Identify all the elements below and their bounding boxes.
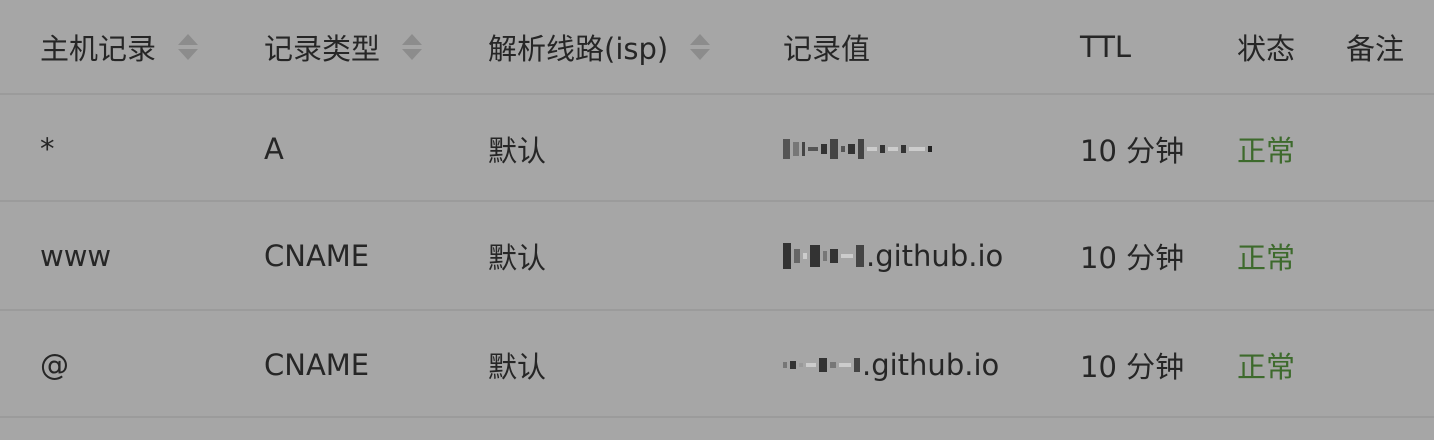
divider (0, 416, 1434, 418)
dns-records-table: 主机记录 记录类型 解析线路(isp) 记录值 TTL 状态 备注 * A 默认 (0, 0, 1434, 440)
cell-ttl: 10 分钟 (1080, 133, 1185, 168)
col-header-ttl: TTL (1080, 0, 1131, 93)
col-header-value-label: 记录值 (783, 31, 871, 66)
redacted-mask (783, 357, 860, 372)
col-header-line[interactable]: 解析线路(isp) (488, 0, 711, 93)
cell-line: 默认 (488, 133, 547, 168)
sort-caret-icon[interactable] (178, 33, 199, 60)
cell-host: * (40, 131, 55, 166)
status-badge: 正常 (1237, 240, 1296, 275)
col-header-status-label: 状态 (1237, 31, 1296, 66)
col-header-ttl-label: TTL (1080, 29, 1132, 64)
cell-value-text: .github.io (866, 238, 1004, 273)
cell-type: CNAME (264, 347, 370, 382)
col-header-host-label: 主机记录 (40, 31, 157, 66)
col-header-line-label: 解析线路(isp) (488, 31, 669, 66)
table-header: 主机记录 记录类型 解析线路(isp) 记录值 TTL 状态 备注 (0, 0, 1434, 93)
cell-host: @ (40, 347, 69, 382)
table-row: * A 默认 10 分钟 正常 (0, 95, 1434, 202)
cell-value: .github.io (783, 311, 999, 418)
col-header-type-label: 记录类型 (264, 31, 381, 66)
cell-value (783, 95, 934, 202)
col-header-note: 备注 (1346, 0, 1404, 93)
redacted-mask (783, 242, 864, 269)
status-badge: 正常 (1237, 349, 1296, 384)
status-badge: 正常 (1237, 133, 1296, 168)
sort-caret-icon[interactable] (402, 33, 423, 60)
cell-value-text: .github.io (862, 347, 1000, 382)
col-header-value: 记录值 (783, 0, 870, 93)
cell-ttl: 10 分钟 (1080, 240, 1185, 275)
cell-type: CNAME (264, 238, 370, 273)
sort-caret-icon[interactable] (690, 33, 711, 60)
col-header-note-label: 备注 (1346, 31, 1405, 66)
table-row: @ CNAME 默认 .github.io 10 分钟 正常 (0, 311, 1434, 418)
col-header-status: 状态 (1237, 0, 1295, 93)
redacted-mask (783, 138, 932, 159)
cell-host: www (40, 238, 112, 273)
cell-ttl: 10 分钟 (1080, 349, 1185, 384)
col-header-host[interactable]: 主机记录 (40, 0, 199, 93)
cell-value: .github.io (783, 202, 1003, 309)
cell-line: 默认 (488, 349, 547, 384)
col-header-type[interactable]: 记录类型 (264, 0, 423, 93)
cell-line: 默认 (488, 240, 547, 275)
cell-type: A (264, 131, 284, 166)
table-row: www CNAME 默认 .github.io 10 分钟 正常 (0, 202, 1434, 309)
